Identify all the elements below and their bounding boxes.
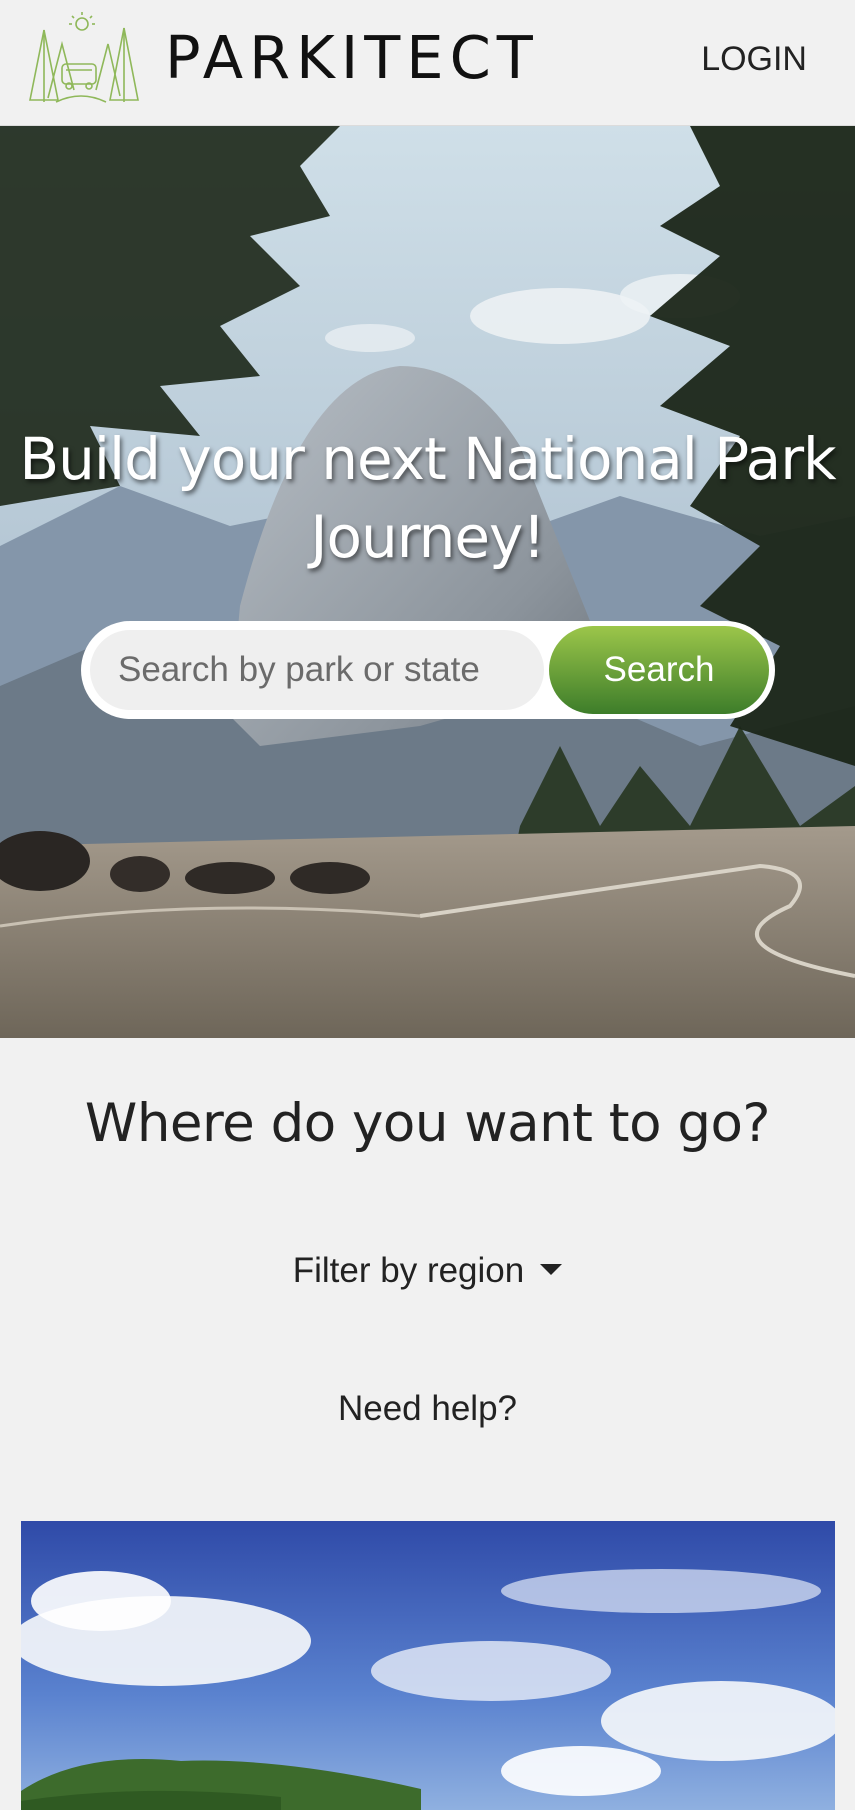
park-landscape-image	[21, 1521, 835, 1810]
filter-label: Filter by region	[292, 1251, 525, 1290]
login-link[interactable]: LOGIN	[701, 38, 807, 80]
brand-wordmark[interactable]: PARKITECT	[165, 24, 539, 92]
filter-by-region-dropdown[interactable]: Filter by region	[0, 1246, 855, 1296]
search-bar: Search	[81, 621, 775, 719]
caret-down-icon	[540, 1264, 563, 1276]
section-title: Where do you want to go?	[84, 1093, 771, 1154]
search-button[interactable]: Search	[549, 626, 769, 714]
park-card-image[interactable]	[21, 1521, 835, 1810]
site-header: PARKITECT LOGIN	[0, 0, 855, 126]
need-help-link[interactable]: Need help?	[0, 1384, 855, 1434]
search-input[interactable]	[90, 630, 544, 710]
hero-landscape-image	[0, 126, 855, 1038]
logo-icon[interactable]	[26, 10, 140, 104]
hero-title-line-2: Journey!	[310, 503, 545, 571]
hero-banner: Build your next National Park Journey! S…	[0, 126, 855, 1038]
hero-title: Build your next National Park Journey!	[0, 420, 855, 576]
hero-title-line-1: Build your next National Park	[19, 425, 836, 493]
